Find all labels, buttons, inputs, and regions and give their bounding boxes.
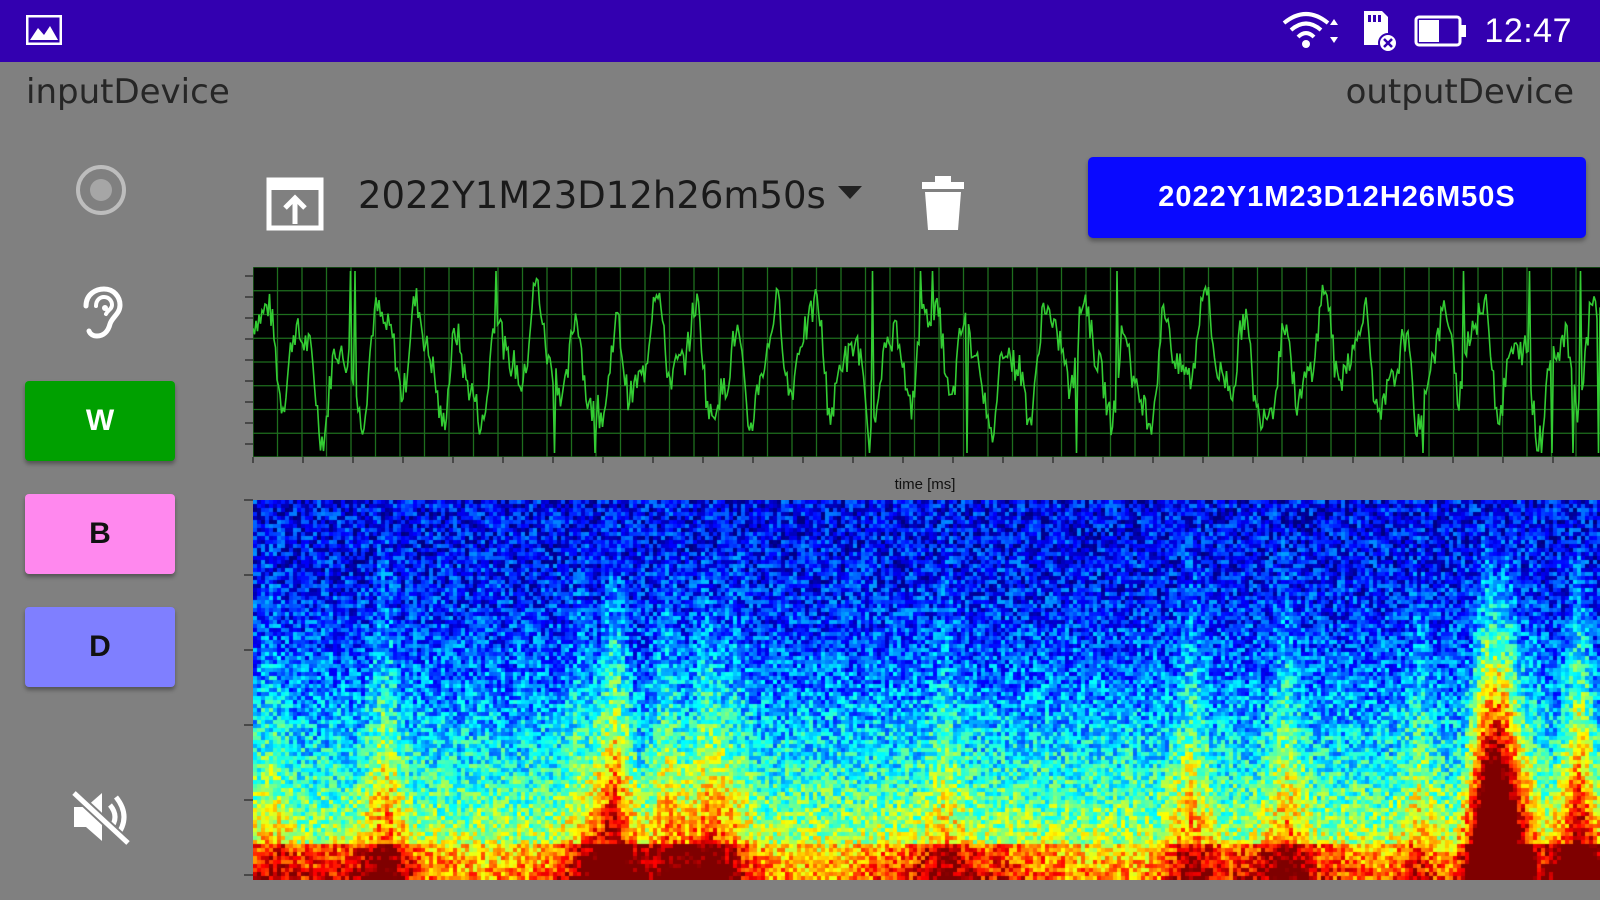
output-device-label[interactable]: outputDevice: [1346, 72, 1574, 112]
selected-file-name: 2022Y1M23D12h26m50s: [358, 173, 826, 217]
record-icon[interactable]: [75, 164, 127, 216]
file-dropdown[interactable]: 2022Y1M23D12h26m50s: [358, 170, 826, 220]
status-icons: 12:47: [1282, 8, 1572, 54]
battery-icon: [1414, 15, 1467, 47]
d-button[interactable]: D: [25, 607, 175, 687]
wifi-icon: [1283, 12, 1339, 48]
chevron-down-icon[interactable]: [838, 186, 862, 199]
spectrogram-axis: [244, 499, 253, 876]
waveform-axis: time [ms]: [245, 275, 1554, 493]
hearing-icon[interactable]: [78, 286, 126, 342]
w-button[interactable]: W: [25, 381, 175, 461]
clock: 12:47: [1484, 11, 1572, 50]
b-button[interactable]: B: [25, 494, 175, 574]
volume-off-icon[interactable]: [70, 787, 132, 847]
sd-card-icon: [1364, 11, 1399, 53]
upload-icon[interactable]: [265, 176, 325, 232]
trash-icon[interactable]: [920, 174, 966, 232]
input-device-label[interactable]: inputDevice: [26, 72, 230, 112]
image-icon: [26, 15, 62, 45]
spectrogram-canvas: [253, 500, 1600, 880]
spectrogram-plot: [253, 500, 1600, 880]
file-button[interactable]: 2022Y1M23D12H26M50S: [1088, 157, 1586, 238]
waveform-x-label: time [ms]: [895, 476, 956, 493]
status-bar: 12:47: [0, 0, 1600, 62]
